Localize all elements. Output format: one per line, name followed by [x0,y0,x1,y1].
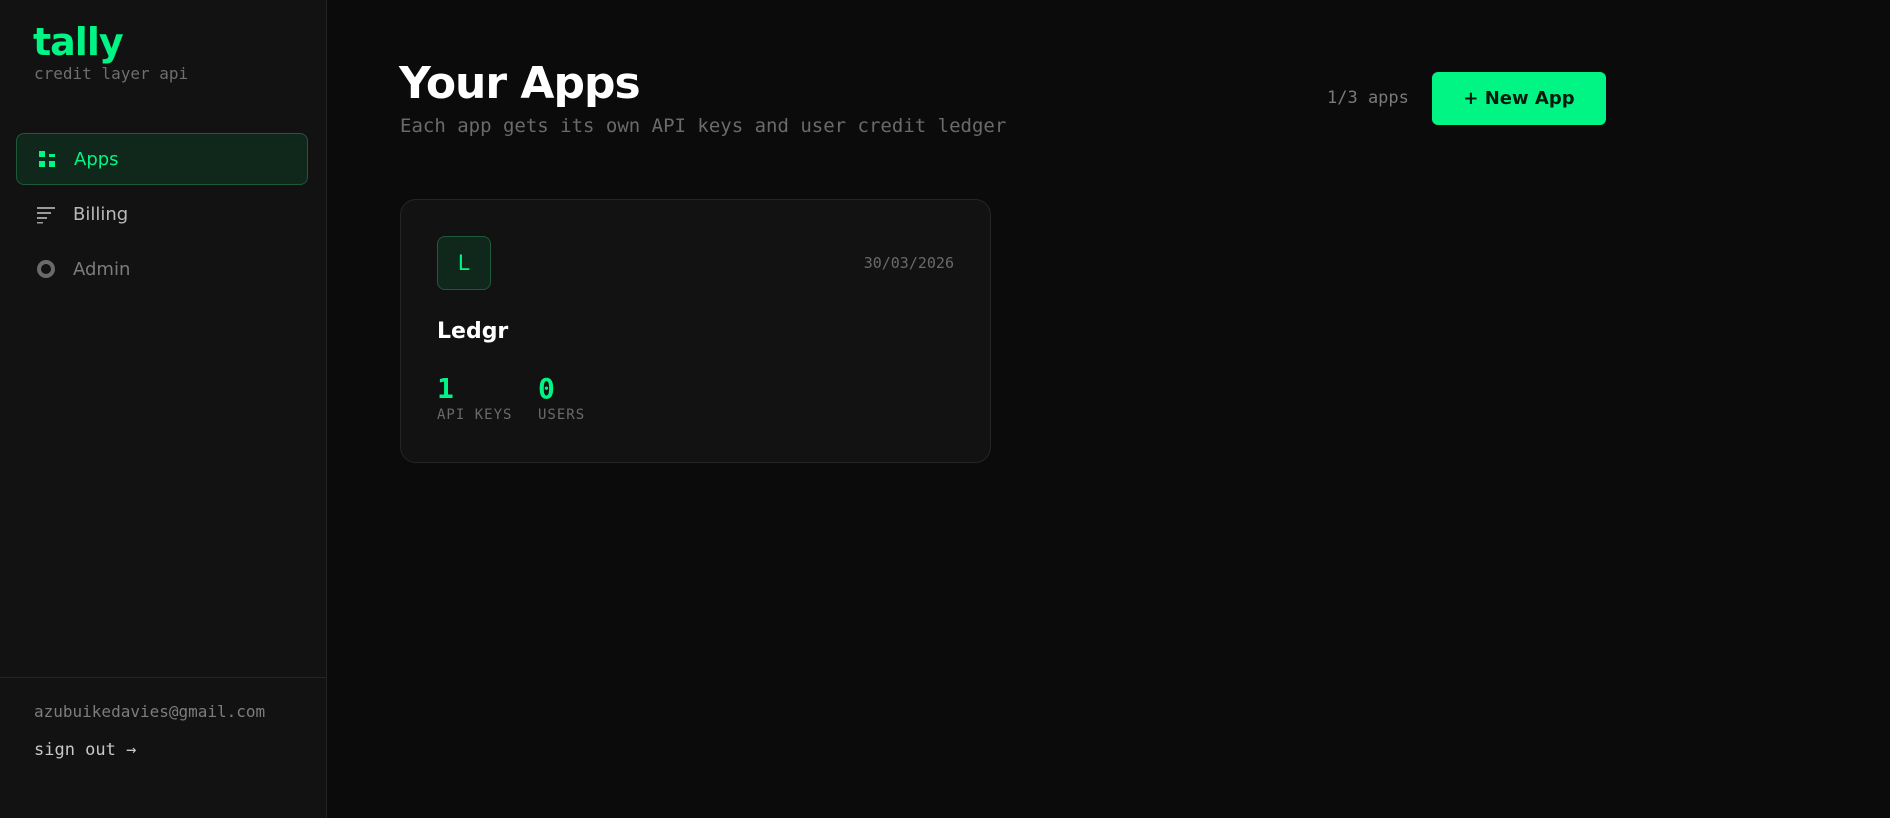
sidebar-divider [0,677,326,678]
app-card[interactable]: L 30/03/2026 Ledgr 1 API KEYS 0 USERS [400,199,991,463]
sidebar-item-admin[interactable]: Admin [16,243,308,295]
sidebar-item-apps[interactable]: Apps [16,133,308,185]
app-created-date: 30/03/2026 [863,254,954,272]
sidebar-item-label: Billing [73,203,129,225]
circle-dot-icon [36,259,56,279]
app-name: Ledgr [437,319,509,344]
brand-logo[interactable]: tally [33,18,124,66]
sidebar-item-billing[interactable]: Billing [16,188,308,240]
page-subtitle: Each app gets its own API keys and user … [400,115,1007,137]
sign-out-link[interactable]: sign out → [34,740,136,760]
app-shell: tally credit layer api Apps Billing Admi… [0,0,1890,818]
stat-api-keys: 1 API KEYS [437,372,513,424]
stat-users: 0 USERS [538,372,586,424]
sidebar-item-label: Admin [73,258,131,280]
sidebar-item-label: Apps [74,148,119,170]
list-lines-icon [36,204,56,224]
new-app-button[interactable]: + New App [1432,72,1606,125]
app-avatar: L [437,236,491,290]
brand-tagline: credit layer api [34,64,189,83]
app-count: 1/3 apps [1327,88,1409,108]
stat-value: 1 [437,372,454,405]
stat-label: API KEYS [437,407,513,423]
stat-value: 0 [538,372,555,405]
page-title: Your Apps [399,58,641,109]
apps-grid-icon [37,149,57,169]
sidebar: tally credit layer api Apps Billing Admi… [0,0,327,818]
stat-label: USERS [538,407,586,423]
user-email: azubuikedavies@gmail.com [34,702,266,721]
